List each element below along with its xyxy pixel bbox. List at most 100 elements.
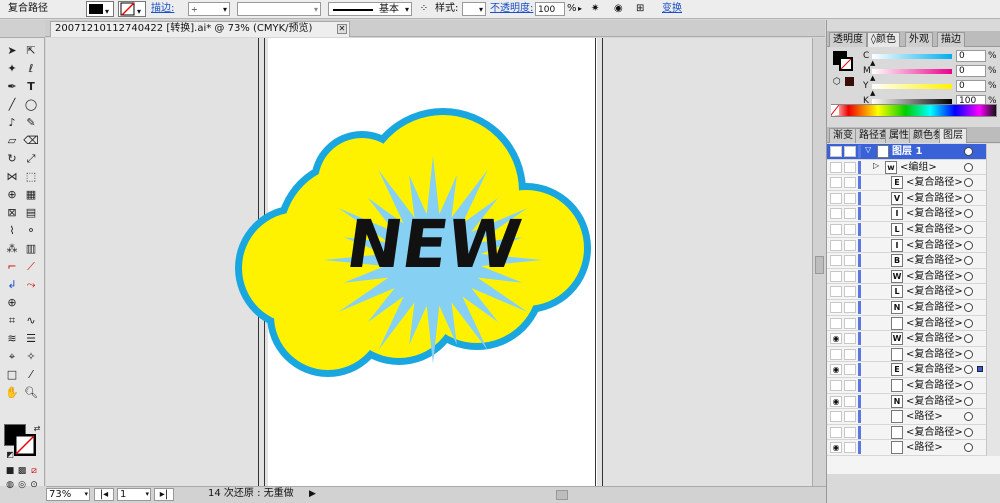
layers-scrollbar-track[interactable]: [986, 175, 1000, 191]
transform-link[interactable]: 变换: [662, 2, 682, 16]
layer-item-row[interactable]: V <复合路径>: [827, 190, 1000, 207]
lock-toggle[interactable]: [844, 302, 856, 313]
knife-tool-icon[interactable]: ⁄: [23, 368, 39, 382]
chevron-right-icon[interactable]: ▸: [578, 2, 588, 16]
layers-scrollbar-track[interactable]: [986, 409, 1000, 425]
spinner-icon[interactable]: ÷: [191, 3, 198, 17]
layer-name[interactable]: <复合路径>: [906, 284, 963, 299]
scallop-tool-icon[interactable]: ⌖: [4, 350, 20, 364]
brush-definition[interactable]: 基本 ▾: [328, 2, 412, 16]
visibility-eye-icon[interactable]: [830, 239, 842, 251]
pen-tool-icon[interactable]: ✒: [4, 80, 20, 94]
lock-toggle[interactable]: [844, 255, 856, 267]
visibility-eye-icon[interactable]: [830, 426, 842, 438]
rectangle-grid-tool-icon[interactable]: □: [4, 368, 20, 382]
lock-toggle[interactable]: [844, 146, 856, 157]
color-slider-y[interactable]: Y ▲ 0%: [827, 80, 1000, 97]
target-circle-icon[interactable]: [964, 256, 973, 266]
close-icon[interactable]: ✕: [337, 24, 347, 34]
opacity-label[interactable]: 不透明度:: [490, 2, 533, 16]
layers-scrollbar-track[interactable]: [986, 315, 1000, 332]
visibility-eye-icon[interactable]: [830, 208, 842, 220]
symbol-sprayer-tool-icon[interactable]: ⁂: [4, 242, 20, 256]
none-swatch[interactable]: [830, 104, 840, 116]
lock-toggle[interactable]: [844, 317, 856, 329]
layer-item-row[interactable]: ◉ W <复合路径>: [827, 331, 1000, 347]
opacity-field[interactable]: 100: [535, 2, 565, 16]
lock-toggle[interactable]: [844, 286, 856, 298]
tab-gradient[interactable]: 渐变: [829, 128, 857, 143]
lock-toggle[interactable]: [844, 395, 856, 407]
lock-toggle[interactable]: [844, 348, 856, 360]
eyedropper-tool-icon[interactable]: ⌇: [4, 224, 20, 238]
visibility-eye-icon[interactable]: [830, 411, 842, 423]
target-circle-icon[interactable]: [964, 209, 973, 219]
layers-scrollbar-track[interactable]: [986, 237, 1000, 254]
layers-scrollbar-track[interactable]: [986, 440, 1000, 456]
warp-tool-icon[interactable]: ⌗: [4, 314, 20, 328]
lock-toggle[interactable]: [844, 239, 856, 251]
target-circle-icon[interactable]: [964, 178, 973, 188]
chevron-right-icon[interactable]: ▶: [309, 489, 316, 499]
new-text-art[interactable]: NEW: [342, 205, 526, 283]
layers-scrollbar-track[interactable]: [986, 159, 1000, 176]
layer-name[interactable]: <复合路径>: [906, 425, 963, 440]
slider-track[interactable]: [872, 54, 952, 59]
eraser-tool-icon[interactable]: ⌫: [23, 134, 39, 148]
color-slider-m[interactable]: M ▲ 0%: [827, 65, 1000, 82]
artboard-field[interactable]: 1 ▾: [117, 488, 151, 501]
type-tool-icon[interactable]: T: [23, 80, 39, 94]
target-circle-icon[interactable]: [964, 162, 973, 172]
target-circle-icon[interactable]: [964, 193, 973, 203]
layer-name[interactable]: <复合路径>: [906, 175, 963, 190]
layer-name[interactable]: <复合路径>: [906, 191, 963, 206]
visibility-eye-icon[interactable]: [830, 380, 842, 391]
layer-item-row[interactable]: <复合路径>: [827, 378, 1000, 394]
hand-tool-icon[interactable]: ✋: [4, 386, 20, 400]
toolbox-grip[interactable]: [0, 20, 45, 38]
layers-scrollbar-track[interactable]: [986, 190, 1000, 207]
lock-toggle[interactable]: [844, 192, 856, 204]
layer-name[interactable]: <复合路径>: [906, 300, 963, 315]
target-circle-icon[interactable]: [964, 147, 973, 156]
layers-scrollbar-track[interactable]: [986, 300, 1000, 316]
recolor-artwork-icon[interactable]: ✷: [591, 2, 607, 16]
target-circle-icon[interactable]: [964, 287, 973, 297]
scroll-thumb[interactable]: [815, 256, 824, 274]
layer-name[interactable]: 图层 1: [892, 144, 922, 159]
layer-item-row[interactable]: ◉ <路径>: [827, 440, 1000, 456]
direct-selection-tool-icon[interactable]: ⇱: [23, 44, 39, 58]
layers-scrollbar-track[interactable]: [986, 144, 1000, 160]
magic-wand-tool-icon[interactable]: ✦: [4, 62, 20, 76]
layers-scrollbar-track[interactable]: [986, 393, 1000, 410]
visibility-eye-icon[interactable]: ◉: [830, 442, 842, 454]
target-circle-icon[interactable]: [964, 396, 973, 406]
target-circle-icon[interactable]: [964, 365, 973, 375]
visibility-eye-icon[interactable]: [830, 286, 842, 298]
lock-toggle[interactable]: [844, 208, 856, 220]
ellipse-tool-icon[interactable]: ◯: [23, 98, 39, 112]
layer-item-row[interactable]: E <复合路径>: [827, 175, 1000, 191]
layer-name[interactable]: <复合路径>: [906, 269, 963, 284]
layer-name[interactable]: <复合路径>: [906, 394, 963, 409]
column-graph-tool-icon[interactable]: ▥: [23, 242, 39, 256]
target-circle-icon[interactable]: [964, 240, 973, 250]
swap-colors-icon[interactable]: ⇄: [29, 422, 45, 436]
tab-layers[interactable]: 图层: [939, 128, 967, 143]
live-paint-tool-icon[interactable]: ▦: [23, 188, 39, 202]
lock-toggle[interactable]: [844, 161, 856, 173]
layer-name[interactable]: <复合路径>: [906, 316, 963, 331]
target-circle-icon[interactable]: [964, 381, 973, 390]
layer-row[interactable]: ◉ ▽ ▪ 图层 1: [827, 144, 1000, 160]
perspective-selection-tool-icon[interactable]: ⤳: [23, 278, 39, 292]
visibility-eye-icon[interactable]: [830, 177, 842, 189]
layer-name[interactable]: <复合路径>: [906, 378, 963, 393]
layers-scrollbar-track[interactable]: [986, 331, 1000, 347]
perspective-grid-tool-icon[interactable]: ↲: [4, 278, 20, 292]
free-transform-tool-icon[interactable]: ⬚: [23, 170, 39, 184]
layer-name[interactable]: <编组>: [900, 160, 937, 175]
color-spectrum[interactable]: [831, 104, 997, 117]
visibility-eye-icon[interactable]: ◉: [830, 364, 842, 376]
layer-item-row[interactable]: <复合路径>: [827, 346, 1000, 363]
target-circle-icon[interactable]: [964, 334, 973, 344]
